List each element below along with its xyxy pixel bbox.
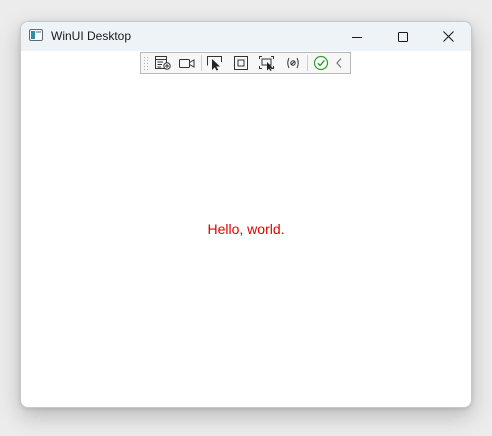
- select-element-button[interactable]: [204, 54, 226, 72]
- accessibility-check-icon: [313, 55, 329, 71]
- maximize-button[interactable]: [380, 22, 426, 51]
- collapse-chevron-icon: [336, 58, 342, 68]
- display-layout-adorners-icon: [234, 56, 248, 70]
- accessibility-check-button[interactable]: [310, 54, 332, 72]
- select-element-icon: [207, 56, 222, 71]
- app-icon: [29, 29, 43, 41]
- close-button[interactable]: [425, 22, 471, 51]
- display-layout-adorners-button[interactable]: [230, 54, 252, 72]
- record-icon: [179, 59, 195, 68]
- binding-failures-button[interactable]: [282, 54, 304, 72]
- maximize-icon: [398, 31, 408, 42]
- minimize-icon: [352, 36, 362, 38]
- live-visual-tree-icon: [155, 56, 171, 70]
- window-title: WinUI Desktop: [51, 29, 132, 43]
- app-window: WinUI Desktop Hello, world.: [20, 21, 472, 408]
- binding-failures-icon: [287, 57, 299, 69]
- hello-world-text: Hello, world.: [207, 221, 285, 237]
- toolbar-grip-icon[interactable]: [144, 56, 149, 71]
- live-visual-tree-button[interactable]: [152, 54, 174, 72]
- title-bar[interactable]: WinUI Desktop: [21, 22, 471, 51]
- track-focus-button[interactable]: [256, 54, 278, 72]
- toolbar-separator: [201, 55, 202, 71]
- toolbar-separator: [307, 55, 308, 71]
- collapse-toolbar-button[interactable]: [332, 54, 346, 72]
- in-app-debug-toolbar: [140, 52, 351, 74]
- minimize-button[interactable]: [334, 22, 380, 51]
- record-button[interactable]: [176, 54, 198, 72]
- track-focus-icon: [259, 56, 274, 71]
- close-icon: [442, 31, 454, 42]
